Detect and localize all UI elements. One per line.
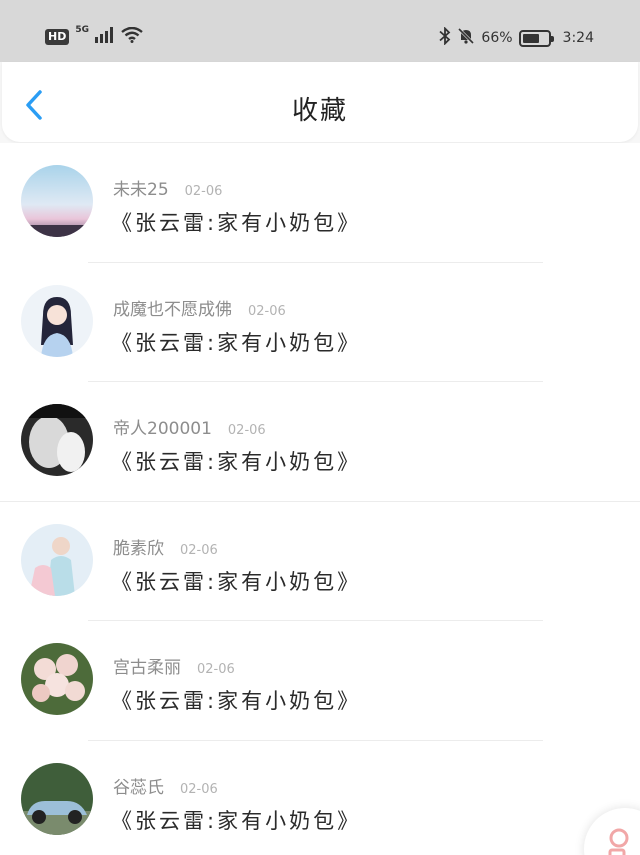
status-left: HD 5G (45, 25, 143, 47)
username[interactable]: 成魔也不愿成佛 (113, 295, 232, 320)
list-item[interactable]: 未未25 02-06 《张云雷:家有小奶包》 (0, 143, 640, 263)
signal-icon (95, 27, 115, 47)
list-item[interactable]: 脆素欣 02-06 《张云雷:家有小奶包》 (0, 502, 640, 621)
list-item[interactable]: 成魔也不愿成佛 02-06 《张云雷:家有小奶包》 (0, 263, 640, 382)
item-date: 02-06 (180, 542, 218, 558)
item-content[interactable]: 《张云雷:家有小奶包》 (111, 566, 361, 596)
favorites-list: 未未25 02-06 《张云雷:家有小奶包》 成魔也不愿成佛 02-06 《张云… (0, 143, 640, 855)
username[interactable]: 帝人200001 (113, 414, 212, 439)
username[interactable]: 未未25 (113, 175, 169, 200)
username[interactable]: 脆素欣 (113, 534, 164, 559)
bell-off-icon (457, 27, 475, 49)
item-content[interactable]: 《张云雷:家有小奶包》 (111, 327, 361, 357)
status-bar: HD 5G 66% 3:24 (0, 0, 640, 62)
floating-action-icon (608, 828, 629, 855)
avatar[interactable] (21, 404, 93, 476)
item-content[interactable]: 《张云雷:家有小奶包》 (111, 207, 361, 237)
avatar[interactable] (21, 523, 93, 596)
list-item[interactable]: 宫古柔丽 02-06 《张云雷:家有小奶包》 (0, 621, 640, 741)
hd-badge: HD (45, 29, 70, 45)
wifi-icon (121, 26, 143, 47)
item-date: 02-06 (184, 184, 223, 199)
avatar[interactable] (21, 762, 93, 835)
list-item[interactable]: 谷蕊氏 02-06 《张云雷:家有小奶包》 (0, 741, 640, 855)
item-date: 02-06 (180, 781, 218, 797)
status-right: 66% 3:24 (439, 26, 594, 49)
item-date: 02-06 (197, 662, 235, 677)
avatar[interactable] (21, 284, 93, 357)
item-date: 02-06 (248, 303, 286, 319)
network-type: 5G (75, 25, 89, 35)
item-content[interactable]: 《张云雷:家有小奶包》 (111, 805, 361, 835)
bluetooth-icon (439, 26, 451, 49)
username[interactable]: 宫古柔丽 (113, 653, 181, 678)
app-header: 收藏 (2, 62, 638, 142)
username[interactable]: 谷蕊氏 (113, 773, 164, 798)
avatar[interactable] (21, 165, 93, 237)
page-title: 收藏 (291, 96, 348, 126)
avatar[interactable] (21, 643, 93, 715)
item-date: 02-06 (227, 423, 266, 438)
clock: 3:24 (562, 30, 594, 46)
list-item[interactable]: 帝人200001 02-06 《张云雷:家有小奶包》 (0, 382, 640, 502)
item-content[interactable]: 《张云雷:家有小奶包》 (111, 685, 361, 715)
battery-level (522, 33, 539, 43)
battery-percent: 66% (481, 30, 513, 46)
item-content[interactable]: 《张云雷:家有小奶包》 (111, 446, 361, 476)
battery-icon (518, 29, 554, 47)
